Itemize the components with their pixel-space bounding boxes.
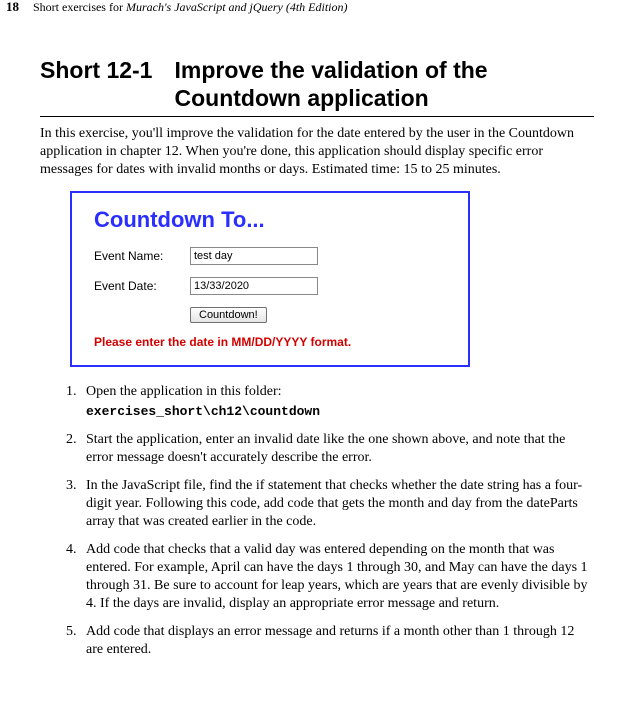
event-name-row: Event Name: test day	[94, 247, 446, 265]
event-date-label: Event Date:	[94, 279, 190, 293]
event-name-input[interactable]: test day	[190, 247, 318, 265]
step-4: Add code that checks that a valid day wa…	[80, 541, 594, 613]
running-header: 18 Short exercises for Murach's JavaScri…	[0, 0, 634, 20]
running-title: Short exercises for Murach's JavaScript …	[33, 0, 348, 14]
step-1: Open the application in this folder: exe…	[80, 383, 594, 421]
error-message: Please enter the date in MM/DD/YYYY form…	[94, 335, 446, 349]
exercise-title: Short 12-1 Improve the validation of the…	[40, 56, 594, 112]
content: Short 12-1 Improve the validation of the…	[0, 20, 634, 689]
button-row: Countdown!	[190, 307, 446, 323]
intro-paragraph: In this exercise, you'll improve the val…	[40, 125, 594, 179]
countdown-button[interactable]: Countdown!	[190, 307, 267, 323]
event-name-label: Event Name:	[94, 249, 190, 263]
step-3: In the JavaScript file, find the if stat…	[80, 477, 594, 531]
step-5: Add code that displays an error message …	[80, 623, 594, 659]
step-1-text: Open the application in this folder:	[86, 384, 282, 399]
page: 18 Short exercises for Murach's JavaScri…	[0, 0, 634, 689]
steps-list: Open the application in this folder: exe…	[40, 383, 594, 659]
step-2: Start the application, enter an invalid …	[80, 431, 594, 467]
book-title: Murach's JavaScript and jQuery (4th Edit…	[126, 0, 348, 14]
application-screenshot: Countdown To... Event Name: test day Eve…	[70, 191, 470, 367]
exercise-name: Improve the validation of the Countdown …	[174, 56, 594, 112]
event-date-row: Event Date: 13/33/2020	[94, 277, 446, 295]
app-title: Countdown To...	[94, 207, 446, 233]
exercise-number: Short 12-1	[40, 56, 174, 84]
event-date-input[interactable]: 13/33/2020	[190, 277, 318, 295]
running-title-prefix: Short exercises for	[33, 0, 126, 14]
step-1-path: exercises_short\ch12\countdown	[86, 403, 594, 421]
page-number: 18	[0, 0, 33, 14]
title-rule	[40, 116, 594, 117]
